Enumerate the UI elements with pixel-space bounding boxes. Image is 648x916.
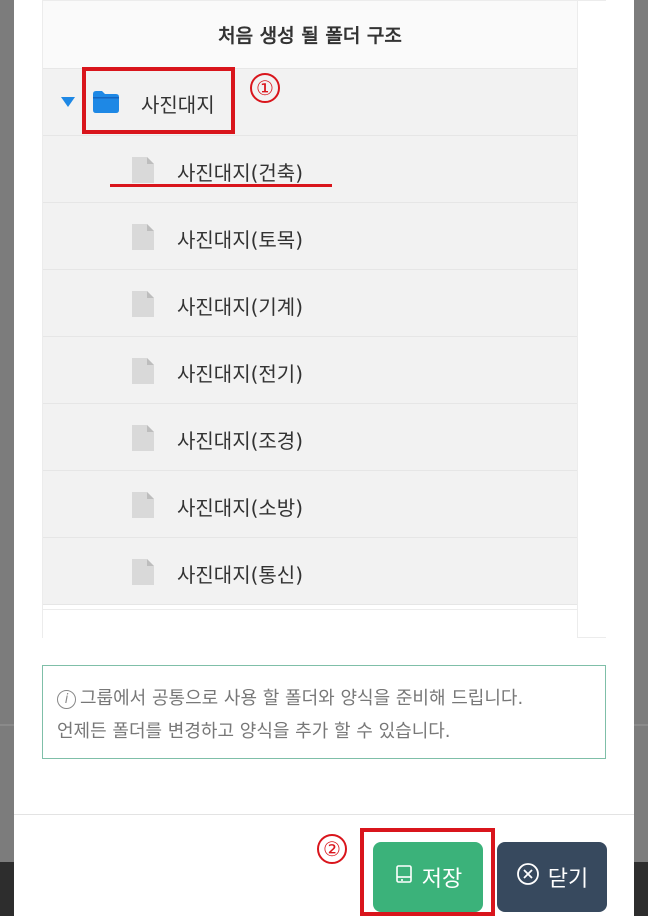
notice-line-2: 언제든 폴더를 변경하고 양식을 추가 할 수 있습니다. (57, 721, 451, 742)
annotation-underline (110, 184, 332, 187)
tree-child-row[interactable]: 사진대지(토목) (43, 203, 577, 270)
annotation-box-root (82, 67, 235, 134)
annotation-marker-1: ① (250, 73, 280, 103)
close-circle-icon (516, 862, 540, 892)
notice-line-1: 그룹에서 공통으로 사용 할 폴더와 양식을 준비해 드립니다. (80, 688, 524, 709)
annotation-box-save (360, 828, 495, 916)
tree-scrollbar[interactable] (577, 1, 606, 637)
tree-child-label: 사진대지(건축) (177, 161, 304, 185)
file-icon (132, 157, 154, 187)
tree-child-row[interactable]: 사진대지(통신) (43, 538, 577, 605)
tree-child-label: 사진대지(토목) (177, 228, 304, 252)
info-icon: i (57, 689, 76, 709)
tree-child-label: 사진대지(소방) (177, 496, 304, 520)
file-icon (132, 358, 154, 388)
tree-child-row[interactable]: 사진대지(건축) (43, 136, 577, 203)
tree-child-label: 사진대지(기계) (177, 295, 304, 319)
tree-child-label: 사진대지(조경) (177, 429, 304, 453)
tree-header: 처음 생성 될 폴더 구조 (43, 1, 577, 69)
footer-divider (14, 814, 634, 815)
tree-body: 사진대지 사진대지(건축) 사진대지(토목) 사진대지(기계) 사진대지(전기)… (43, 69, 577, 605)
file-icon (132, 559, 154, 589)
info-notice: i 그룹에서 공통으로 사용 할 폴더와 양식을 준비해 드립니다. 언제든 폴더… (42, 665, 606, 759)
backdrop-divider-right (634, 724, 648, 726)
tree-empty-row (43, 609, 577, 638)
file-icon (132, 492, 154, 522)
caret-down-icon[interactable] (61, 97, 75, 107)
file-icon (132, 291, 154, 321)
tree-child-row[interactable]: 사진대지(조경) (43, 404, 577, 471)
file-icon (132, 425, 154, 455)
file-icon (132, 224, 154, 254)
tree-child-row[interactable]: 사진대지(전기) (43, 337, 577, 404)
tree-child-row[interactable]: 사진대지(소방) (43, 471, 577, 538)
tree-child-label: 사진대지(전기) (177, 362, 304, 386)
close-label: 닫기 (547, 866, 589, 891)
notice-line-1-wrap: i 그룹에서 공통으로 사용 할 폴더와 양식을 준비해 드립니다. (57, 682, 605, 715)
tree-child-label: 사진대지(통신) (177, 563, 304, 587)
backdrop-divider-left (0, 724, 14, 726)
close-button[interactable]: 닫기 (497, 842, 607, 912)
tree-child-row[interactable]: 사진대지(기계) (43, 270, 577, 337)
folder-structure-modal: 처음 생성 될 폴더 구조 사진대지 사진대지(건축) 사진대지(토목) 사진대… (14, 0, 634, 916)
annotation-marker-2: ② (317, 834, 347, 864)
